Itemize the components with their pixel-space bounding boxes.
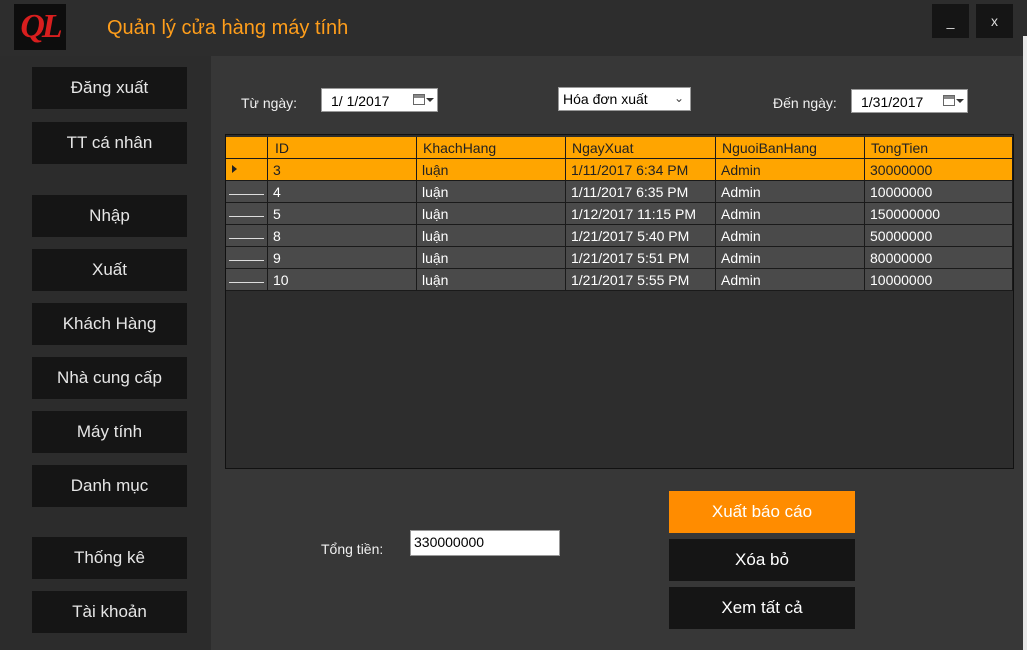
categories-button[interactable]: Danh mục	[32, 465, 187, 507]
total-label: Tổng tiền:	[321, 541, 384, 557]
table-row[interactable]: 9 luận 1/21/2017 5:51 PM Admin 80000000	[226, 247, 1013, 269]
invoice-table: ID KhachHang NgayXuat NguoiBanHang TongT…	[225, 134, 1014, 469]
table-cell[interactable]: 150000000	[865, 203, 1013, 225]
table-cell[interactable]: 4	[268, 181, 417, 203]
app-title: Quản lý cửa hàng máy tính	[107, 17, 349, 39]
title-bar: QL Quản lý cửa hàng máy tính _ x	[0, 0, 1027, 56]
from-date-picker[interactable]: 1/ 1/2017	[321, 88, 438, 112]
delete-button[interactable]: Xóa bỏ	[669, 539, 855, 581]
logo-text: QL	[20, 8, 62, 45]
table-cell[interactable]: Admin	[716, 269, 865, 291]
row-header-line	[229, 260, 264, 261]
table-cell[interactable]: 1/11/2017 6:35 PM	[566, 181, 716, 203]
row-header-line	[229, 238, 264, 239]
suppliers-button[interactable]: Nhà cung cấp	[32, 357, 187, 399]
column-header[interactable]: NgayXuat	[566, 137, 716, 159]
row-header[interactable]	[226, 269, 268, 291]
dropdown-arrow-icon[interactable]	[956, 99, 964, 103]
table-cell[interactable]: luận	[417, 269, 566, 291]
column-header[interactable]: KhachHang	[417, 137, 566, 159]
column-header[interactable]: TongTien	[865, 137, 1013, 159]
row-header[interactable]	[226, 159, 268, 181]
row-header[interactable]	[226, 247, 268, 269]
table-cell[interactable]: Admin	[716, 225, 865, 247]
computers-button[interactable]: Máy tính	[32, 411, 187, 453]
row-header-line	[229, 282, 264, 283]
dropdown-arrow-icon[interactable]	[426, 98, 434, 102]
column-header[interactable]: NguoiBanHang	[716, 137, 865, 159]
row-header[interactable]	[226, 203, 268, 225]
invoice-type-value: Hóa đơn xuất	[563, 91, 648, 107]
import-button[interactable]: Nhập	[32, 195, 187, 237]
row-pointer-icon	[232, 165, 237, 173]
close-button[interactable]: x	[976, 4, 1013, 38]
table-cell[interactable]: Admin	[716, 247, 865, 269]
table-cell[interactable]: luận	[417, 181, 566, 203]
from-date-value: 1/ 1/2017	[331, 93, 390, 109]
table-cell[interactable]: 3	[268, 159, 417, 181]
app-logo: QL	[14, 4, 66, 50]
invoice-type-select[interactable]: Hóa đơn xuất ⌄	[558, 87, 691, 111]
from-date-label: Từ ngày:	[241, 95, 298, 111]
table-cell[interactable]: 10000000	[865, 269, 1013, 291]
to-date-picker[interactable]: 1/31/2017	[851, 89, 968, 113]
table-cell[interactable]: luận	[417, 247, 566, 269]
table-cell[interactable]: luận	[417, 203, 566, 225]
table-cell[interactable]: 5	[268, 203, 417, 225]
to-date-label: Đến ngày:	[773, 95, 837, 111]
statistics-button[interactable]: Thống kê	[32, 537, 187, 579]
table-cell[interactable]: 80000000	[865, 247, 1013, 269]
table-cell[interactable]: Admin	[716, 203, 865, 225]
window-scrollbar[interactable]	[1023, 36, 1027, 650]
customers-button[interactable]: Khách Hàng	[32, 303, 187, 345]
table-cell[interactable]: 30000000	[865, 159, 1013, 181]
chevron-down-icon[interactable]: ⌄	[674, 91, 684, 105]
export-report-button[interactable]: Xuất báo cáo	[669, 491, 855, 533]
sidebar: Đăng xuất TT cá nhân Nhập Xuất Khách Hàn…	[0, 56, 211, 650]
export-nav-button[interactable]: Xuất	[32, 249, 187, 291]
table-cell[interactable]: Admin	[716, 181, 865, 203]
table-cell[interactable]: 1/21/2017 5:55 PM	[566, 269, 716, 291]
table-row[interactable]: 8 luận 1/21/2017 5:40 PM Admin 50000000	[226, 225, 1013, 247]
accounts-button[interactable]: Tài khoản	[32, 591, 187, 633]
table-cell[interactable]: 8	[268, 225, 417, 247]
profile-button[interactable]: TT cá nhân	[32, 122, 187, 164]
table-cell[interactable]: 10000000	[865, 181, 1013, 203]
table-cell[interactable]: 9	[268, 247, 417, 269]
table-cell[interactable]: 1/21/2017 5:51 PM	[566, 247, 716, 269]
row-header-line	[229, 216, 264, 217]
table-row[interactable]: 4 luận 1/11/2017 6:35 PM Admin 10000000	[226, 181, 1013, 203]
table-cell[interactable]: 1/21/2017 5:40 PM	[566, 225, 716, 247]
table-cell[interactable]: 50000000	[865, 225, 1013, 247]
table-cell[interactable]: Admin	[716, 159, 865, 181]
table-header: ID KhachHang NgayXuat NguoiBanHang TongT…	[226, 137, 1013, 159]
table-row[interactable]: 5 luận 1/12/2017 11:15 PM Admin 150000000	[226, 203, 1013, 225]
to-date-value: 1/31/2017	[861, 94, 924, 110]
total-field[interactable]: 330000000	[410, 530, 560, 556]
row-header-line	[229, 194, 264, 195]
calendar-icon[interactable]	[943, 95, 955, 106]
table-row[interactable]: 10 luận 1/21/2017 5:55 PM Admin 10000000	[226, 269, 1013, 291]
minimize-button[interactable]: _	[932, 4, 969, 38]
logout-button[interactable]: Đăng xuất	[32, 67, 187, 109]
table-row[interactable]: 3 luận 1/11/2017 6:34 PM Admin 30000000	[226, 159, 1013, 181]
table-cell[interactable]: 1/12/2017 11:15 PM	[566, 203, 716, 225]
calendar-icon[interactable]	[413, 94, 425, 105]
view-all-button[interactable]: Xem tất cả	[669, 587, 855, 629]
row-header[interactable]	[226, 225, 268, 247]
table-cell[interactable]: 1/11/2017 6:34 PM	[566, 159, 716, 181]
row-header-corner	[226, 137, 268, 159]
table-cell[interactable]: luận	[417, 225, 566, 247]
table-cell[interactable]: 10	[268, 269, 417, 291]
table-cell[interactable]: luận	[417, 159, 566, 181]
column-header[interactable]: ID	[268, 137, 417, 159]
row-header[interactable]	[226, 181, 268, 203]
